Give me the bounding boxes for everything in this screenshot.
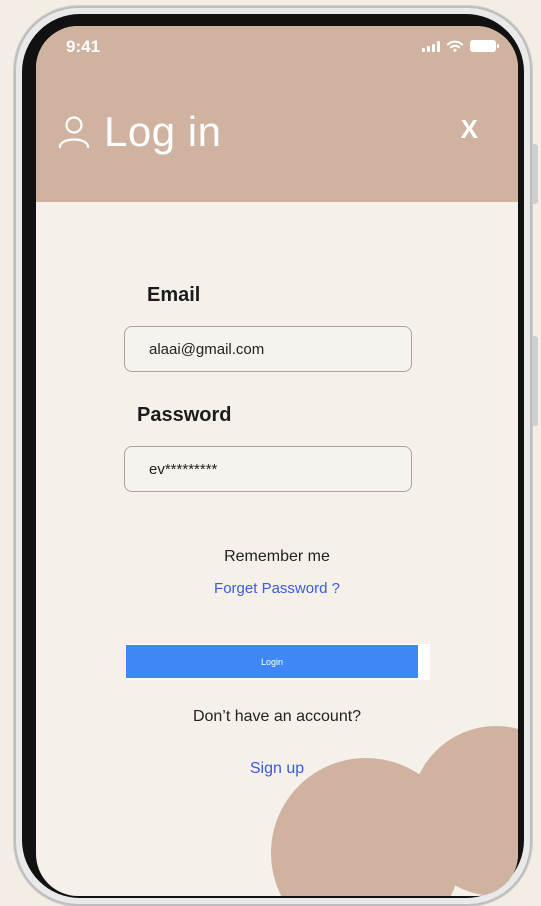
forgot-password-link[interactable]: Forget Password ? bbox=[36, 580, 518, 597]
status-icons bbox=[422, 40, 499, 52]
page-title: Log in bbox=[104, 108, 222, 155]
password-value: ev********* bbox=[149, 460, 218, 478]
password-field[interactable]: ev********* bbox=[124, 446, 412, 492]
close-button[interactable]: X bbox=[461, 114, 478, 145]
login-button[interactable]: Login bbox=[126, 645, 418, 678]
email-value: alaai@gmail.com bbox=[149, 340, 265, 358]
no-account-text: Don’t have an account? bbox=[192, 708, 362, 725]
email-field[interactable]: alaai@gmail.com bbox=[124, 326, 412, 372]
password-label: Password bbox=[137, 404, 232, 426]
volume-button bbox=[532, 144, 538, 204]
user-icon bbox=[58, 116, 90, 149]
power-button bbox=[532, 336, 538, 426]
app-screen: 9:41 Log in X Email alaai@gmail.com Pass… bbox=[36, 26, 518, 896]
header: 9:41 Log in X bbox=[36, 26, 518, 202]
battery-icon bbox=[470, 40, 499, 52]
remember-me-checkbox[interactable]: Remember me bbox=[36, 548, 518, 566]
login-button-container: Login bbox=[126, 644, 430, 680]
status-time: 9:41 bbox=[66, 37, 101, 56]
email-label: Email bbox=[147, 284, 201, 306]
title-row: Log in bbox=[58, 108, 221, 156]
wifi-icon bbox=[447, 40, 463, 52]
cellular-signal-icon bbox=[422, 40, 440, 52]
